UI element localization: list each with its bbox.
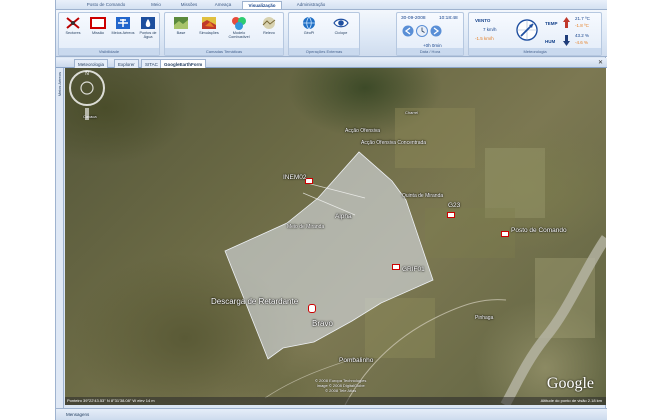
base-layer-icon [174, 17, 188, 29]
vento-label: VENTO [475, 18, 491, 23]
map-status-bar: Ponteiro 39°22'43.53" N 8°31'38.08" W el… [65, 397, 606, 405]
airplane-icon [116, 17, 130, 29]
meios-aereos-button[interactable]: Meios Aéreos [111, 16, 135, 46]
hum-value: 43.2 % [575, 33, 590, 38]
sectores-button[interactable]: Sectores [61, 16, 85, 46]
hum-label: HUM [545, 39, 556, 44]
ribbon-tab-bar: Posto de Comando Meio Missões Ameaça Vis… [56, 0, 607, 9]
simulation-icon [202, 17, 216, 29]
temp-delta: -1.8 ºC [575, 23, 589, 28]
label-acao-ofensiva: Acção Ofensiva [345, 128, 381, 134]
label-charrel: Charrel [405, 110, 419, 115]
pointer-coordinates: Ponteiro 39°22'43.53" N 8°31'38.08" W el… [67, 398, 155, 403]
tab-googleearthform[interactable]: GoogleEarthForm [160, 59, 207, 68]
label-bravo: Bravo [312, 319, 333, 328]
sectores-icon [66, 17, 80, 29]
message-bar[interactable]: Mensagens [56, 408, 607, 420]
globe-icon [303, 16, 315, 30]
time-forward-button[interactable] [430, 25, 442, 37]
group-visibilidade: Sectores Missão Meios Aéreos Pontos de Á… [58, 12, 160, 56]
arrow-down-icon [563, 35, 570, 46]
relief-icon [262, 17, 276, 29]
tab-visualizacao[interactable]: Visualização [242, 1, 282, 9]
descarga-marker-icon[interactable] [308, 304, 316, 313]
tab-meteorologia[interactable]: Meteorologia [74, 59, 109, 68]
missao-button[interactable]: Missão [86, 16, 110, 46]
group-label-meteo: Meteorologia [469, 48, 601, 55]
group-label-datahora: Data / Hora [397, 48, 463, 55]
group-label-camadas: Camadas Temáticas [165, 48, 283, 55]
simulacoes-button[interactable]: Simulações [197, 16, 221, 46]
group-label-operacoes: Operações Externas [289, 48, 359, 55]
label-posto-comando: Posto de Comando [511, 227, 567, 234]
field-patch [485, 148, 545, 218]
google-logo: Google [546, 375, 594, 392]
group-operacoes: GéoPi Ciclope Operações Externas [288, 12, 360, 56]
eye-altitude: Altitude do ponto de visão 2.18 km [540, 398, 602, 403]
modelo-combustivel-button[interactable]: Modelo Combustível [227, 16, 251, 46]
message-bar-label: Mensagens [66, 412, 90, 417]
label-meio-miranda: Meio de Miranda [287, 224, 325, 230]
tab-ameaca[interactable]: Ameaça [208, 1, 238, 9]
label-acao-ofensiva-concentrada: Acção Ofensiva Concentrada [361, 140, 427, 146]
group-datahora: 30-09-2008 10:18:48 +0h 0min Data / Hora [396, 12, 464, 56]
temp-value: 21.7 ºC [575, 16, 590, 21]
grif01-flag-icon[interactable] [392, 264, 400, 270]
map-copyright: © 2008 Europa Technologies Image © 2008 … [315, 378, 367, 393]
label-descarga-retardante: Descarga de Retardante [211, 297, 299, 306]
group-camadas: Base Simulações Modelo Combustível Relev… [164, 12, 284, 56]
tab-posto-comando[interactable]: Posto de Comando [76, 1, 136, 9]
label-alpha: Alpha [335, 213, 352, 220]
zoom-slider-icon[interactable] [85, 108, 89, 120]
time-field[interactable]: 10:18:48 [439, 16, 458, 21]
time-back-button[interactable] [402, 25, 414, 37]
vento-speed: 7 km/h [483, 27, 497, 32]
group-label-visibilidade: Visibilidade [59, 48, 159, 55]
arrow-up-icon [563, 17, 570, 28]
date-field[interactable]: 30-09-2008 [401, 16, 426, 21]
temp-label: TEMP [545, 21, 558, 26]
map-overlay [224, 108, 606, 405]
label-pombalinho: Pombalinho [339, 357, 374, 364]
tab-explorer[interactable]: Explorer [114, 59, 139, 68]
base-button[interactable]: Base [169, 16, 193, 46]
ribbon: Sectores Missão Meios Aéreos Pontos de Á… [56, 9, 607, 57]
tab-missoes[interactable]: Missões [174, 1, 204, 9]
fuel-model-icon [232, 17, 246, 30]
label-quinta-miranda: Quinta de Miranda [402, 193, 444, 199]
field-patch [395, 108, 475, 168]
side-panel-strip[interactable]: Meios Aéreos [56, 68, 64, 408]
group-meteo: VENTO 7 km/h -1.5 km/h TEMP 21.7 ºC -1.8… [468, 12, 602, 56]
clock-icon[interactable] [416, 25, 428, 37]
eye-icon [333, 18, 349, 28]
app-window: Posto de Comando Meio Missões Ameaça Vis… [55, 0, 607, 420]
ciclope-button[interactable]: Ciclope [329, 16, 353, 46]
missao-icon [90, 17, 106, 29]
field-patch [365, 298, 435, 358]
tab-meio[interactable]: Meio [141, 1, 171, 9]
label-inem02: INEM02 [283, 174, 307, 181]
vento-delta: -1.5 km/h [475, 36, 494, 41]
compass-n-icon: N [85, 71, 89, 77]
google-earth-map[interactable]: Acção Ofensiva Acção Ofensiva Concentrad… [65, 68, 606, 405]
tab-administracao[interactable]: Administração [286, 1, 336, 9]
label-grif01: GRIF01 [402, 266, 425, 273]
pontos-agua-button[interactable]: Pontos de Água [136, 16, 160, 46]
time-controls [402, 25, 442, 37]
look-joystick-icon[interactable] [80, 81, 94, 95]
relevo-button[interactable]: Relevo [257, 16, 281, 46]
geopi-button[interactable]: GéoPi [297, 16, 321, 46]
water-point-icon [141, 17, 155, 29]
tab-sitac[interactable]: SITAC [141, 59, 162, 68]
posto-comando-flag-icon[interactable] [501, 231, 509, 237]
g23-flag-icon[interactable] [447, 212, 455, 218]
close-tab-icon[interactable]: ✕ [598, 59, 603, 66]
wind-compass-icon [516, 19, 538, 41]
side-strip-label: Meios Aéreos [57, 72, 62, 97]
label-pinhaga: Pinhaga [475, 315, 494, 321]
map-navigation-control[interactable]: N [65, 68, 109, 122]
label-g23: G23 [448, 202, 461, 209]
hum-delta: -4.6 % [575, 40, 589, 45]
document-tab-bar: Meteorologia Explorer SITAC GoogleEarthF… [56, 58, 607, 68]
